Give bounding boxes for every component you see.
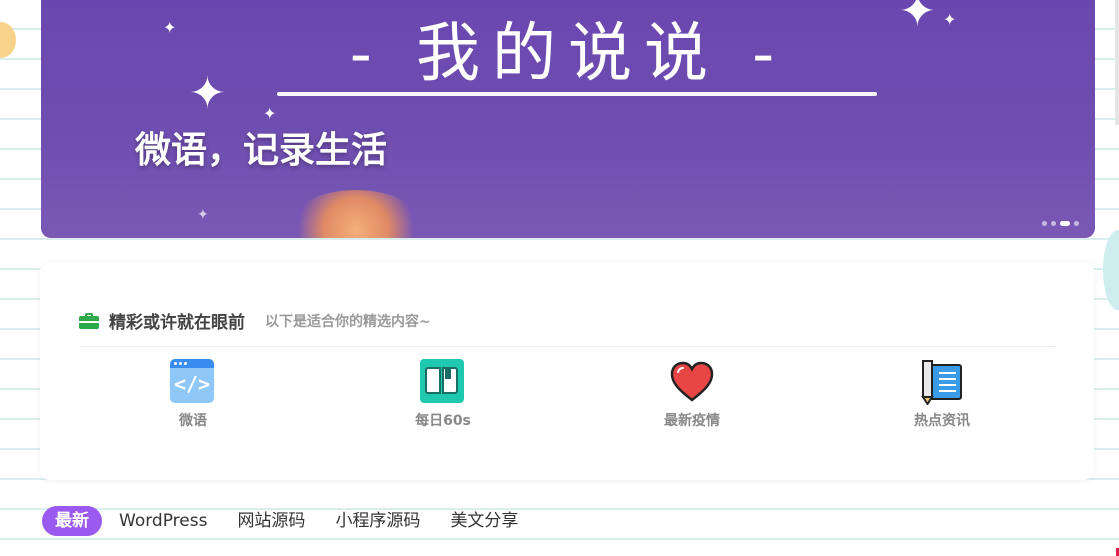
- code-window-icon: </>: [170, 359, 214, 403]
- tab-articles[interactable]: 美文分享: [450, 506, 518, 536]
- banner-underline: [277, 92, 877, 96]
- carousel-indicators: [1042, 221, 1079, 226]
- notebook-pen-icon: [921, 360, 962, 406]
- decor-blob-left: [0, 22, 16, 58]
- feature-hot-news[interactable]: 热点资讯: [892, 359, 992, 430]
- feature-weiyu[interactable]: </> 微语: [143, 359, 243, 430]
- carousel-dot[interactable]: [1051, 221, 1056, 226]
- feature-epidemic[interactable]: 最新疫情: [642, 359, 742, 430]
- carousel-dot[interactable]: [1074, 221, 1079, 226]
- tab-wordpress[interactable]: WordPress: [119, 506, 207, 536]
- banner-glow-decor: [286, 190, 426, 238]
- carousel-dot[interactable]: [1042, 221, 1047, 226]
- scrollbar[interactable]: [1115, 0, 1119, 125]
- heart-icon: [670, 361, 714, 402]
- briefcase-icon: [79, 312, 99, 329]
- banner-carousel[interactable]: ✦ ✦ ✦ ✦ ✦ ✦ - 我的说说 - 微语，记录生活: [41, 0, 1095, 238]
- decor-blob-right: [1103, 230, 1119, 310]
- card-title: 精彩或许就在眼前: [109, 313, 245, 333]
- tab-miniprogram-source[interactable]: 小程序源码: [335, 506, 420, 536]
- banner-title: - 我的说说 -: [350, 17, 786, 91]
- card-header: 精彩或许就在眼前 以下是适合你的精选内容~: [79, 308, 431, 333]
- tab-latest[interactable]: 最新: [42, 506, 102, 536]
- feature-label: 热点资讯: [914, 413, 970, 429]
- carousel-dot-active[interactable]: [1060, 221, 1070, 226]
- feature-daily-60s[interactable]: 每日60s: [393, 359, 493, 430]
- banner-subtitle: 微语，记录生活: [135, 130, 388, 171]
- featured-content-card: 精彩或许就在眼前 以下是适合你的精选内容~ </> 微语 每日60s 最新疫情: [40, 262, 1094, 480]
- feature-label: 微语: [179, 413, 207, 429]
- divider: [79, 346, 1055, 347]
- category-tabs: 最新 WordPress 网站源码 小程序源码 美文分享: [42, 506, 548, 536]
- feature-label: 最新疫情: [664, 413, 720, 429]
- tab-website-source[interactable]: 网站源码: [237, 506, 305, 536]
- feature-label: 每日60s: [415, 413, 471, 429]
- open-book-icon: [420, 359, 464, 403]
- card-subtitle: 以下是适合你的精选内容~: [265, 313, 431, 330]
- sparkle-icon: ✦: [197, 207, 209, 223]
